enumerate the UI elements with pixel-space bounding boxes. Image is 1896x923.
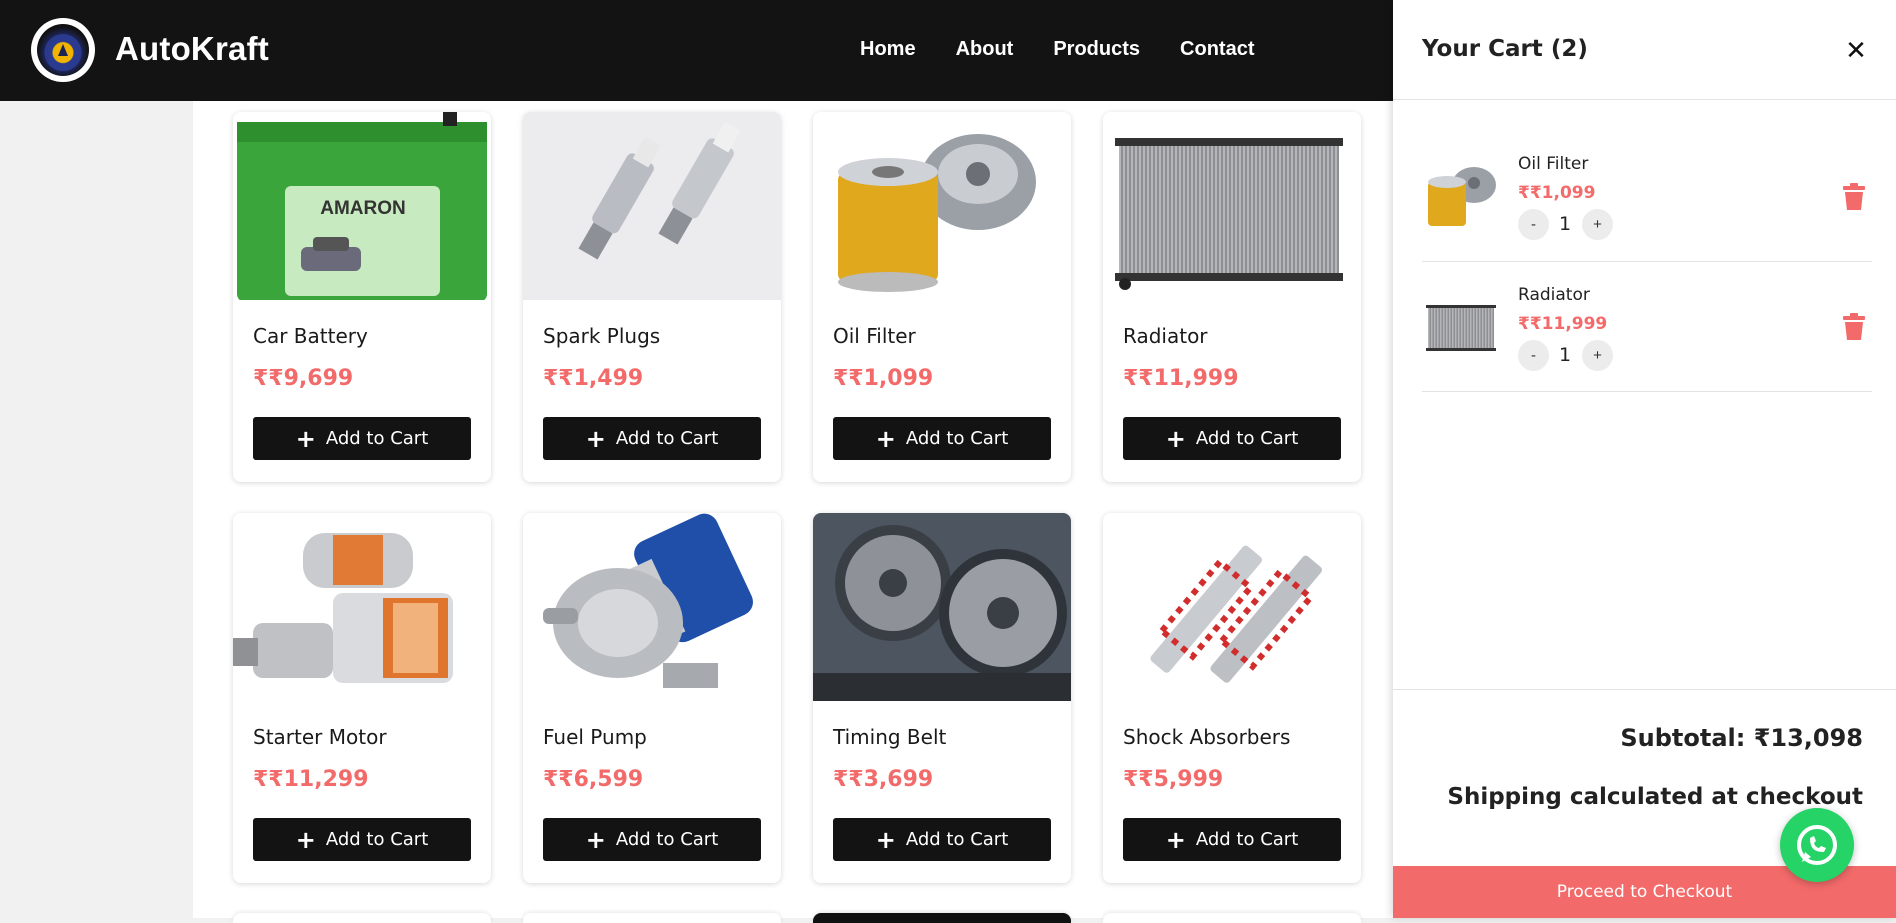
- spark-plugs-image: [523, 112, 781, 300]
- shipping-note: Shipping calculated at checkout: [1447, 784, 1863, 810]
- cart-item-divider: [1422, 391, 1872, 392]
- cart-item-name: Radiator: [1518, 285, 1590, 305]
- plus-icon: +: [295, 825, 316, 854]
- add-to-cart-button[interactable]: + Add to Cart: [253, 417, 471, 460]
- product-price: ₹₹1,099: [833, 366, 934, 391]
- product-price: ₹₹5,999: [1123, 767, 1224, 792]
- add-to-cart-label: Add to Cart: [1195, 829, 1299, 850]
- product-card-partial: [233, 913, 491, 923]
- plus-icon: +: [875, 424, 896, 453]
- quantity-decrement-button[interactable]: -: [1518, 340, 1549, 371]
- product-price: ₹₹3,699: [833, 767, 934, 792]
- add-to-cart-label: Add to Cart: [1195, 428, 1299, 449]
- quantity-increment-button[interactable]: +: [1582, 209, 1613, 240]
- product-name[interactable]: Fuel Pump: [543, 725, 647, 749]
- cart-item-divider: [1422, 261, 1872, 262]
- nav-link-contact[interactable]: Contact: [1180, 38, 1254, 61]
- product-card-fuel-pump: Fuel Pump ₹₹6,599 + Add to Cart: [523, 513, 781, 883]
- navbar: AutoKraft Home About Products Contact: [0, 0, 1393, 101]
- nav-link-home[interactable]: Home: [860, 38, 916, 61]
- product-name[interactable]: Radiator: [1123, 324, 1208, 348]
- fuel-pump-image: [523, 513, 781, 701]
- product-name[interactable]: Oil Filter: [833, 324, 916, 348]
- radiator-image: [1103, 112, 1361, 300]
- add-to-cart-label: Add to Cart: [325, 428, 429, 449]
- product-card-partial: [523, 913, 781, 923]
- quantity-decrement-button[interactable]: -: [1518, 209, 1549, 240]
- starter-motor-image: [233, 513, 491, 701]
- plus-icon: +: [875, 825, 896, 854]
- product-card-timing-belt: Timing Belt ₹₹3,699 + Add to Cart: [813, 513, 1071, 883]
- plus-icon: +: [1165, 424, 1186, 453]
- cart-item-price: ₹₹11,999: [1518, 314, 1608, 334]
- product-card-oil-filter: Oil Filter ₹₹1,099 + Add to Cart: [813, 112, 1071, 482]
- car-battery-image: AMARON: [233, 112, 491, 300]
- product-name[interactable]: Spark Plugs: [543, 324, 660, 348]
- add-to-cart-button[interactable]: + Add to Cart: [1123, 417, 1341, 460]
- cart-item-price: ₹₹1,099: [1518, 183, 1596, 203]
- add-to-cart-label: Add to Cart: [325, 829, 429, 850]
- product-name[interactable]: Shock Absorbers: [1123, 725, 1290, 749]
- product-name[interactable]: Starter Motor: [253, 725, 387, 749]
- product-price: ₹₹9,699: [253, 366, 354, 391]
- cart-header-divider: [1393, 99, 1896, 100]
- plus-icon: +: [585, 825, 606, 854]
- product-name[interactable]: Timing Belt: [833, 725, 946, 749]
- trash-icon[interactable]: [1842, 313, 1866, 341]
- product-card-car-battery: AMARON Car Battery ₹₹9,699 + Add to Cart: [233, 112, 491, 482]
- product-card-partial: [813, 913, 1071, 923]
- oil-filter-image: [813, 112, 1071, 300]
- nav-link-about[interactable]: About: [956, 38, 1014, 61]
- product-card-radiator: Radiator ₹₹11,999 + Add to Cart: [1103, 112, 1361, 482]
- product-price: ₹₹11,299: [253, 767, 369, 792]
- shock-absorbers-image: [1103, 513, 1361, 701]
- whatsapp-icon[interactable]: [1780, 808, 1854, 882]
- quantity-value: 1: [1558, 213, 1572, 235]
- timing-belt-image: [813, 513, 1071, 701]
- close-icon[interactable]: ✕: [1841, 36, 1871, 66]
- nav-link-products[interactable]: Products: [1053, 38, 1140, 61]
- brand-name[interactable]: AutoKraft: [115, 30, 269, 68]
- brand-logo[interactable]: [31, 18, 95, 82]
- product-card-spark-plugs: Spark Plugs ₹₹1,499 + Add to Cart: [523, 112, 781, 482]
- add-to-cart-button[interactable]: + Add to Cart: [1123, 818, 1341, 861]
- product-price: ₹₹6,599: [543, 767, 644, 792]
- add-to-cart-label: Add to Cart: [615, 428, 719, 449]
- product-name[interactable]: Car Battery: [253, 324, 368, 348]
- cart-item-image: [1422, 292, 1502, 362]
- add-to-cart-button[interactable]: + Add to Cart: [543, 818, 761, 861]
- nav-links: Home About Products Contact: [860, 38, 1254, 61]
- cart-footer-divider: [1393, 689, 1896, 690]
- add-to-cart-button[interactable]: + Add to Cart: [833, 417, 1051, 460]
- add-to-cart-button[interactable]: + Add to Cart: [253, 818, 471, 861]
- quantity-value: 1: [1558, 344, 1572, 366]
- add-to-cart-button[interactable]: + Add to Cart: [543, 417, 761, 460]
- product-card-starter-motor: Starter Motor ₹₹11,299 + Add to Cart: [233, 513, 491, 883]
- svg-text:AMARON: AMARON: [320, 198, 406, 219]
- plus-icon: +: [295, 424, 316, 453]
- product-price: ₹₹11,999: [1123, 366, 1239, 391]
- cart-subtotal: Subtotal: ₹13,098: [1620, 724, 1863, 752]
- add-to-cart-label: Add to Cart: [905, 428, 1009, 449]
- cart-item-image: [1422, 160, 1502, 230]
- trash-icon[interactable]: [1842, 183, 1866, 211]
- product-price: ₹₹1,499: [543, 366, 644, 391]
- add-to-cart-label: Add to Cart: [905, 829, 1009, 850]
- cart-item-name: Oil Filter: [1518, 154, 1589, 174]
- add-to-cart-button[interactable]: + Add to Cart: [833, 818, 1051, 861]
- cart-panel: Your Cart (2) ✕ Oil Filter ₹₹1,099 - 1 +: [1393, 0, 1896, 918]
- plus-icon: +: [585, 424, 606, 453]
- cart-title: Your Cart (2): [1422, 36, 1588, 62]
- product-card-partial: [1103, 913, 1361, 923]
- quantity-increment-button[interactable]: +: [1582, 340, 1613, 371]
- product-card-shock-absorbers: Shock Absorbers ₹₹5,999 + Add to Cart: [1103, 513, 1361, 883]
- plus-icon: +: [1165, 825, 1186, 854]
- add-to-cart-label: Add to Cart: [615, 829, 719, 850]
